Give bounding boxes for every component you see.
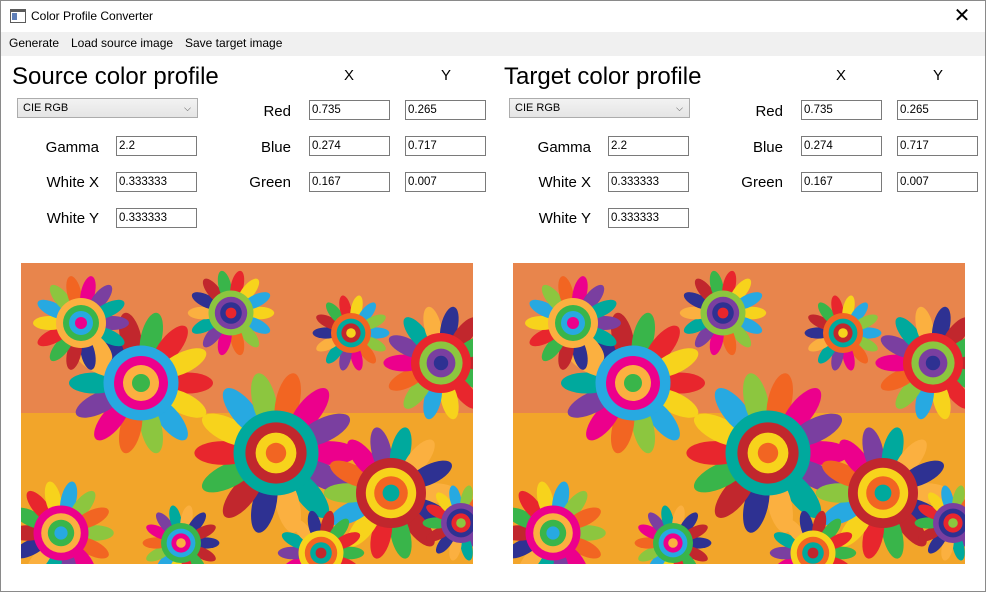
- target-white-x-label: White X: [538, 174, 591, 191]
- source-panel-title: Source color profile: [12, 63, 219, 90]
- chevron-down-icon: ⌵: [184, 103, 191, 113]
- menu-bar: Generate Load source image Save target i…: [1, 32, 985, 56]
- source-red-label: Red: [263, 103, 291, 120]
- target-profile-select[interactable]: CIE RGB ⌵: [509, 98, 690, 118]
- target-gamma-input[interactable]: [608, 136, 689, 156]
- target-y-header: Y: [933, 67, 944, 84]
- source-white-y-label: White Y: [46, 210, 99, 227]
- source-blue-x-input[interactable]: [309, 136, 390, 156]
- target-white-x-input[interactable]: [608, 172, 689, 192]
- target-red-label: Red: [755, 103, 783, 120]
- source-red-y-input[interactable]: [405, 100, 486, 120]
- source-image: [21, 263, 473, 564]
- target-blue-y-input[interactable]: [897, 136, 978, 156]
- target-blue-x-input[interactable]: [801, 136, 882, 156]
- target-x-header: X: [836, 67, 847, 84]
- target-panel: Target color profile CIE RGB ⌵ Gamma Whi…: [493, 56, 985, 591]
- target-image-artwork: [513, 263, 965, 564]
- window-app-icon: [10, 9, 26, 23]
- chevron-down-icon: ⌵: [676, 103, 683, 113]
- source-white-y-input[interactable]: [116, 208, 197, 228]
- source-green-x-input[interactable]: [309, 172, 390, 192]
- source-image-artwork: [21, 263, 473, 564]
- app-window: Color Profile Converter ✕ Generate Load …: [0, 0, 986, 592]
- source-green-label: Green: [249, 174, 291, 191]
- source-green-y-input[interactable]: [405, 172, 486, 192]
- menu-generate[interactable]: Generate: [9, 36, 59, 50]
- source-white-x-input[interactable]: [116, 172, 197, 192]
- target-white-y-input[interactable]: [608, 208, 689, 228]
- title-bar: Color Profile Converter ✕: [1, 1, 985, 32]
- source-profile-select[interactable]: CIE RGB ⌵: [17, 98, 198, 118]
- target-image: [513, 263, 965, 564]
- target-red-y-input[interactable]: [897, 100, 978, 120]
- source-y-header: Y: [441, 67, 452, 84]
- source-red-x-input[interactable]: [309, 100, 390, 120]
- target-red-x-input[interactable]: [801, 100, 882, 120]
- target-green-label: Green: [741, 174, 783, 191]
- target-gamma-label: Gamma: [537, 139, 591, 156]
- source-white-x-label: White X: [46, 174, 99, 191]
- target-profile-value: CIE RGB: [515, 102, 561, 114]
- source-blue-y-input[interactable]: [405, 136, 486, 156]
- window-title: Color Profile Converter: [31, 9, 154, 23]
- target-white-y-label: White Y: [538, 210, 591, 227]
- close-icon[interactable]: ✕: [939, 1, 985, 32]
- source-profile-value: CIE RGB: [23, 102, 69, 114]
- target-panel-title: Target color profile: [504, 63, 702, 90]
- source-gamma-label: Gamma: [45, 139, 99, 156]
- source-blue-label: Blue: [260, 139, 291, 156]
- source-x-header: X: [344, 67, 355, 84]
- source-gamma-input[interactable]: [116, 136, 197, 156]
- menu-load-source-image[interactable]: Load source image: [71, 36, 173, 50]
- menu-save-target-image[interactable]: Save target image: [185, 36, 282, 50]
- target-green-x-input[interactable]: [801, 172, 882, 192]
- target-green-y-input[interactable]: [897, 172, 978, 192]
- source-panel: Source color profile CIE RGB ⌵ Gamma Whi…: [1, 56, 493, 591]
- target-blue-label: Blue: [752, 139, 783, 156]
